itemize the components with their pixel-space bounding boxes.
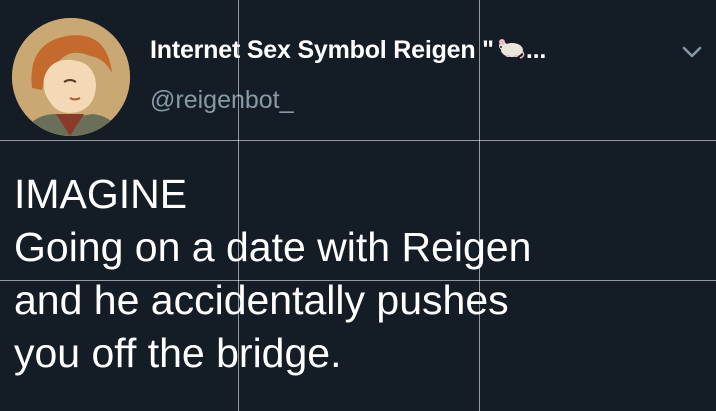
tweet-text-line: and he accidentally pushes [14,277,509,323]
tweet-header: Internet Sex Symbol Reigen " ... @reigen… [0,0,716,140]
name-truncation: ... [525,36,547,65]
tweet-text-line: you off the bridge. [14,330,342,376]
user-handle[interactable]: @reigenbot_ [150,86,294,115]
grid-line-vertical [479,0,480,411]
tweet-card: Internet Sex Symbol Reigen " ... @reigen… [0,0,716,411]
grid-line-vertical [238,0,239,411]
tweet-text-line: IMAGINE [14,171,188,217]
display-name-text: Internet Sex Symbol Reigen " [150,36,494,65]
tweet-text-line: Going on a date with Reigen [14,224,532,270]
grid-line-horizontal [0,280,716,281]
tweet-text: IMAGINE Going on a date with Reigen and … [14,168,704,380]
avatar-illustration [12,18,130,136]
rat-emoji-icon [496,36,526,67]
display-name[interactable]: Internet Sex Symbol Reigen " ... [150,36,546,67]
chevron-down-icon[interactable] [678,40,706,64]
avatar[interactable] [12,18,130,136]
grid-line-horizontal [0,140,716,141]
